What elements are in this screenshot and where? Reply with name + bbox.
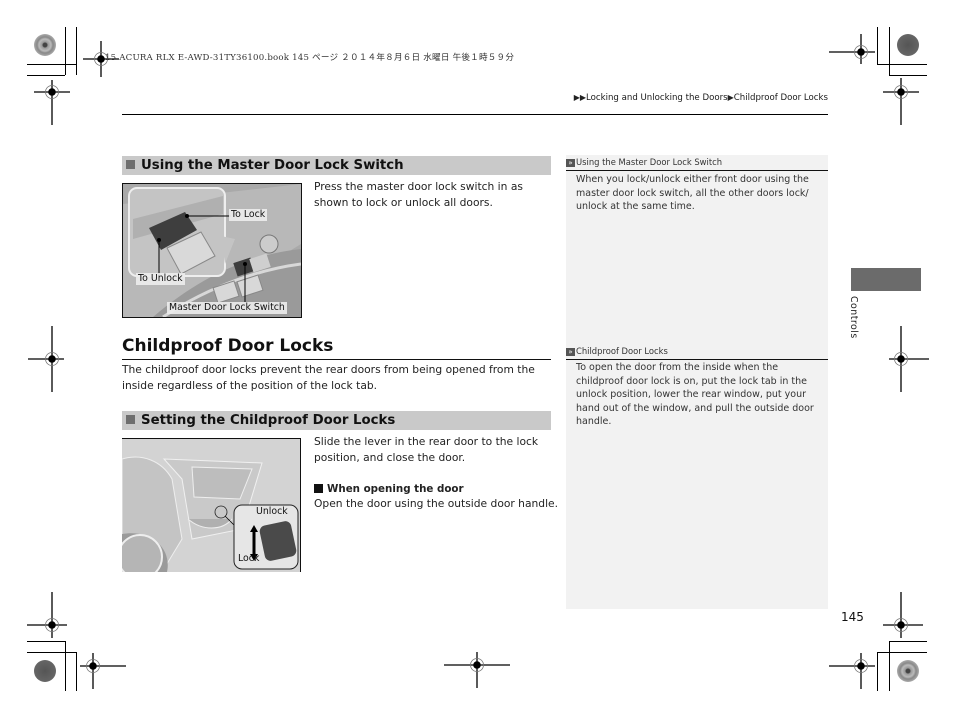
breadcrumb-item[interactable]: Locking and Unlocking the Doors	[586, 93, 728, 103]
callout-to-lock: To Lock	[229, 209, 268, 221]
reference-icon: »	[566, 159, 575, 167]
triangle-right-icon: ▶▶	[573, 93, 586, 102]
color-rosette-icon	[897, 660, 919, 682]
registration-mark-icon	[883, 592, 923, 638]
page-heading-childproof: Childproof Door Locks	[122, 336, 334, 356]
note-divider	[566, 359, 828, 361]
color-rosette-icon	[34, 34, 56, 56]
square-bullet-icon	[314, 484, 323, 493]
childproof-lock-figure: Unlock Lock	[122, 438, 301, 572]
color-rosette-icon	[34, 660, 56, 682]
callout-to-unlock: To Unlock	[136, 273, 185, 285]
registration-mark-icon	[444, 652, 510, 688]
setting-childproof-body: Slide the lever in the rear door to the …	[314, 435, 539, 464]
square-bullet-icon	[126, 415, 135, 424]
master-switch-figure: To Lock To Unlock Master Door Lock Switc…	[122, 183, 302, 318]
registration-mark-icon	[28, 326, 64, 392]
section-title-master-switch: Using the Master Door Lock Switch	[122, 156, 551, 175]
note-divider	[566, 170, 828, 172]
heading-divider	[122, 359, 551, 361]
header-divider	[122, 114, 828, 116]
registration-mark-icon	[27, 592, 67, 638]
registration-mark-icon	[889, 326, 929, 392]
note-text: When you lock/unlock either front door u…	[576, 174, 809, 213]
print-header: 15 ACURA RLX E-AWD-31TY36100.book 145 ペー…	[105, 53, 515, 63]
reference-icon: »	[566, 348, 575, 356]
note-text: To open the door from the inside when th…	[576, 362, 814, 428]
registration-mark-icon	[80, 653, 126, 689]
chapter-tab[interactable]	[851, 268, 921, 291]
registration-mark-icon	[883, 78, 919, 125]
breadcrumb-item[interactable]: Childproof Door Locks	[734, 93, 828, 103]
registration-mark-icon	[34, 80, 70, 125]
breadcrumb: ▶▶Locking and Unlocking the Doors▶Childp…	[574, 93, 828, 103]
color-rosette-icon	[897, 34, 919, 56]
subheading-when-opening: When opening the door	[314, 481, 554, 497]
square-bullet-icon	[126, 160, 135, 169]
childproof-intro: The childproof door locks prevent the re…	[122, 363, 535, 392]
callout-master-door-lock-switch: Master Door Lock Switch	[167, 302, 287, 314]
registration-mark-icon	[829, 653, 875, 689]
section-title-setting-childproof: Setting the Childproof Door Locks	[122, 411, 551, 430]
note-title: » Using the Master Door Lock Switch	[566, 157, 722, 167]
chapter-tab-label: Controls	[848, 296, 859, 339]
registration-mark-icon	[829, 34, 875, 64]
page-number: 145	[841, 610, 864, 624]
note-title: » Childproof Door Locks	[566, 346, 668, 356]
master-switch-body: Press the master door lock switch in as …	[314, 180, 523, 209]
callout-unlock: Unlock	[256, 506, 288, 517]
callout-lock: Lock	[238, 553, 260, 564]
when-opening-body: Open the door using the outside door han…	[314, 497, 559, 510]
door-panel-illustration	[123, 184, 301, 317]
